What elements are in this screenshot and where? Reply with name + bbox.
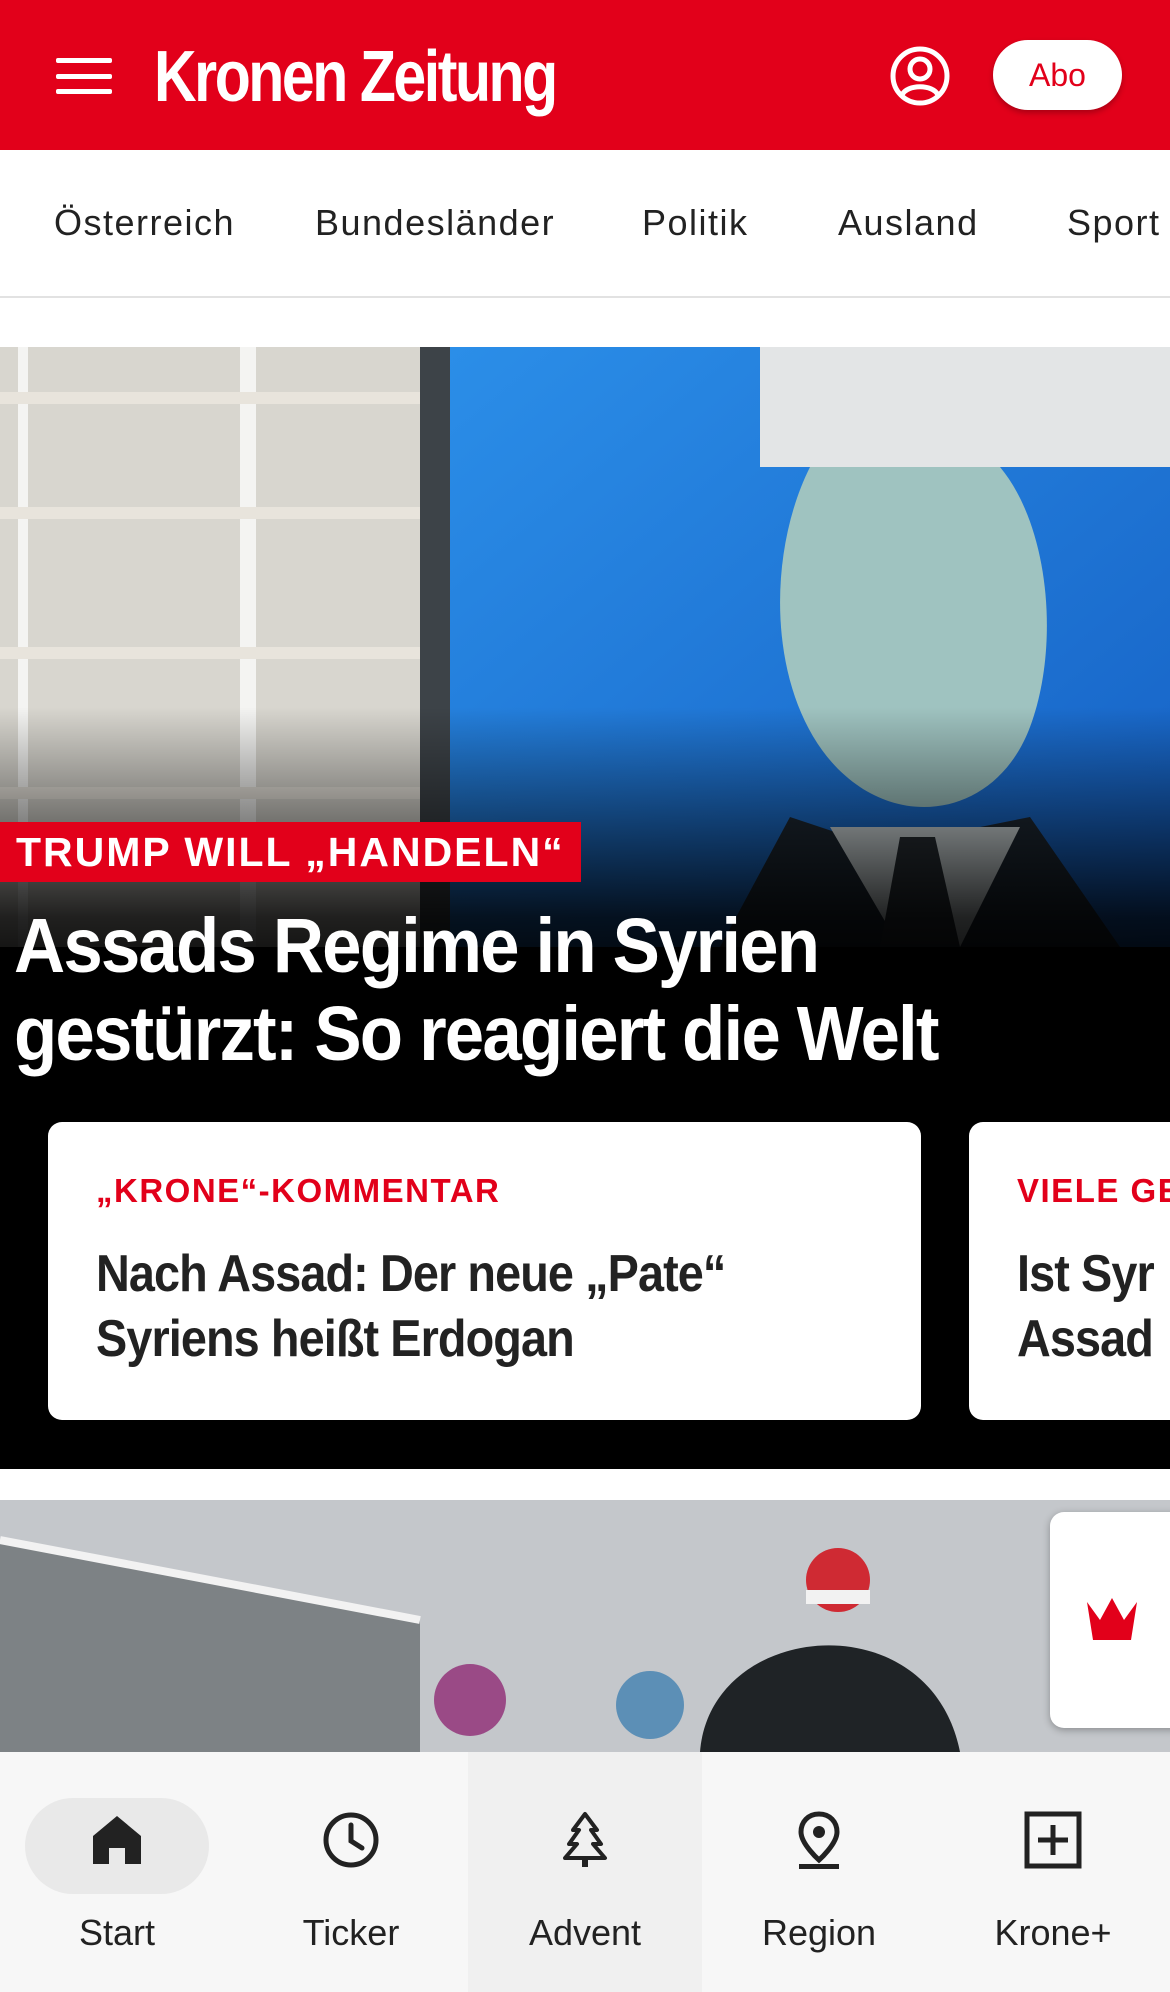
tab-label: Start [78, 1912, 156, 1953]
clock-icon [323, 1812, 379, 1868]
account-icon[interactable] [888, 44, 952, 108]
article-teaser-image[interactable] [0, 1500, 1170, 1752]
site-logo[interactable]: Kronen Zeitung [154, 36, 558, 118]
tab-label: Ticker [302, 1912, 400, 1953]
app-header: Kronen Zeitung Abo [0, 0, 1170, 150]
bottom-navigation: Start Ticker Advent Region Krone+ [0, 1752, 1170, 1992]
tab-start[interactable]: Start [0, 1752, 234, 1992]
krone-plus-tab[interactable] [1050, 1512, 1170, 1728]
card-kicker: „KRONE“-KOMMENTAR [96, 1172, 501, 1209]
location-pin-icon [798, 1811, 840, 1869]
abo-button[interactable]: Abo [993, 40, 1122, 110]
tab-region[interactable]: Region [702, 1752, 936, 1992]
tab-ticker[interactable]: Ticker [234, 1752, 468, 1992]
hero-headline[interactable]: Assads Regime in Syrien gestürzt: So rea… [14, 902, 1063, 1078]
tab-krone-plus[interactable]: Krone+ [936, 1752, 1170, 1992]
related-article-card[interactable]: „KRONE“-KOMMENTAR Nach Assad: Der neue „… [48, 1122, 921, 1420]
card-headline: Ist Syr Assad [1017, 1245, 1155, 1368]
menu-icon[interactable] [48, 50, 122, 102]
category-oesterreich[interactable]: Österreich [54, 202, 235, 244]
tab-advent[interactable]: Advent [468, 1752, 702, 1992]
tree-icon [563, 1812, 607, 1867]
tab-label: Region [761, 1912, 877, 1953]
home-icon [93, 1816, 141, 1864]
category-sport[interactable]: Sport [1067, 202, 1161, 244]
tab-label: Advent [528, 1912, 642, 1953]
card-headline: Nach Assad: Der neue „Pate“ Syriens heiß… [96, 1245, 726, 1368]
card-kicker: VIELE GE [1017, 1172, 1170, 1209]
plus-box-icon [1024, 1811, 1082, 1869]
category-politik[interactable]: Politik [642, 202, 749, 244]
category-bundeslaender[interactable]: Bundesländer [315, 202, 555, 244]
crown-icon [1087, 1598, 1137, 1640]
category-nav: Österreich Bundesländer Politik Ausland … [0, 150, 1170, 298]
category-ausland[interactable]: Ausland [838, 202, 979, 244]
tab-label: Krone+ [994, 1912, 1112, 1953]
hero-kicker: TRUMP WILL „HANDELN“ [0, 822, 581, 882]
related-article-card[interactable]: VIELE GE Ist Syr Assad [969, 1122, 1170, 1420]
hero-article[interactable]: TRUMP WILL „HANDELN“ Assads Regime in Sy… [0, 347, 1170, 1469]
